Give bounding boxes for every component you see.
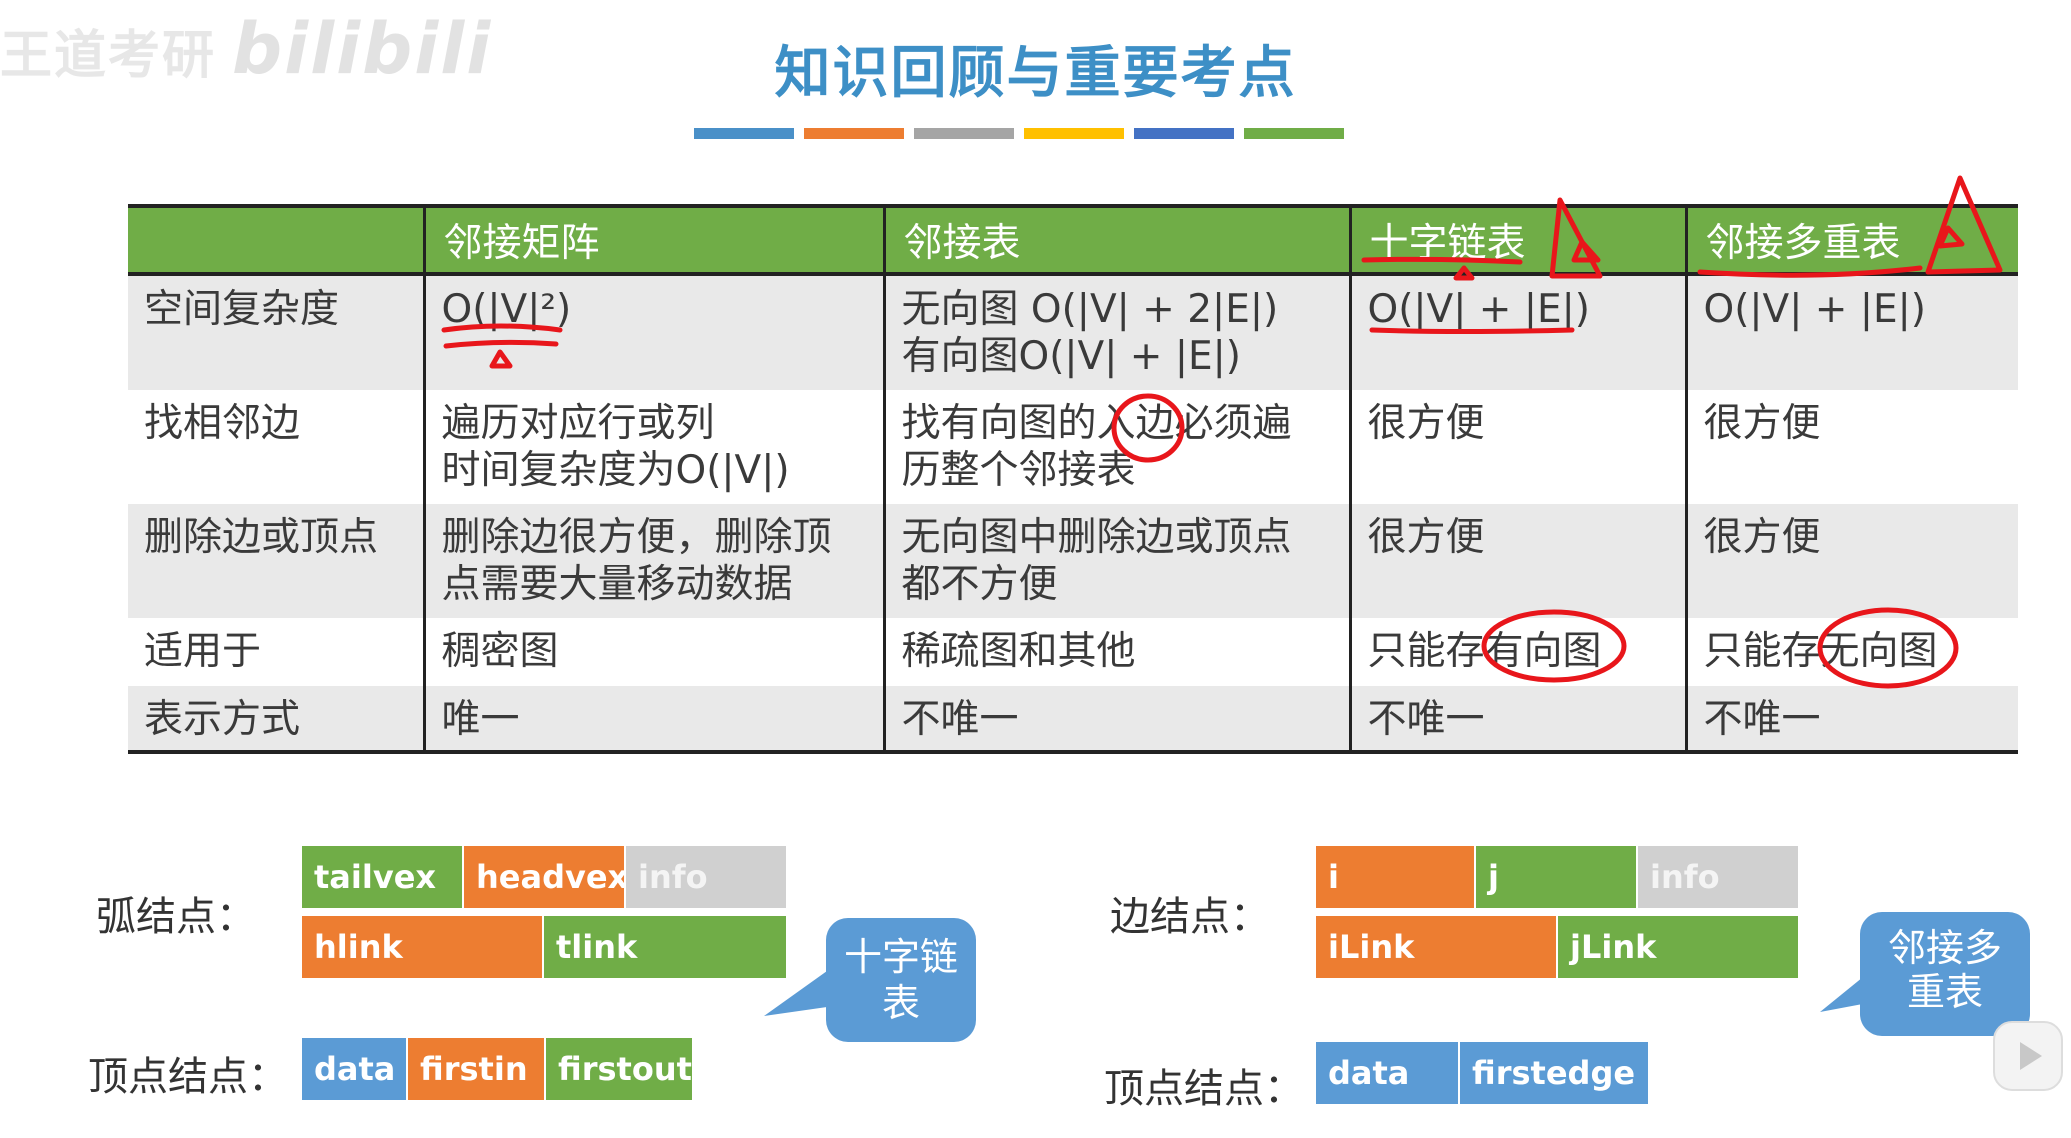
table-header-row: 邻接矩阵 邻接表 十字链表 邻接多重表	[128, 206, 2018, 276]
bubble-text: 邻接多重表	[1887, 926, 2002, 1014]
table-row: 找相邻边 遍历对应行或列 时间复杂度为O(|V|) 找有向图的入边必须遍 历整个邻接…	[128, 390, 2018, 504]
table-cell: 很方便	[1348, 504, 1686, 618]
vertex-node-label: 顶点结点：	[1104, 1066, 1304, 1112]
table-cell: 不唯一	[1684, 686, 2018, 752]
table-row: 删除边或顶点 删除边很方便，删除顶 点需要大量移动数据 无向图中删除边或顶点 都不方…	[128, 504, 2018, 618]
table-cell: 稠密图	[422, 618, 884, 686]
table-cell: 只能存无向图	[1684, 618, 2018, 686]
table-cell: 稀疏图和其他	[882, 618, 1350, 686]
field-firstout: firstout	[546, 1038, 692, 1100]
table-cell: 唯一	[422, 686, 884, 752]
vertex-node-label: 顶点结点：	[88, 1054, 288, 1100]
table-cell: 无向图中删除边或顶点 都不方便	[882, 504, 1350, 618]
cell-line: 很方便	[1367, 515, 1485, 560]
row-label: 空间复杂度	[128, 274, 424, 390]
cell-line: 稠密图	[441, 629, 559, 674]
table-cell: 无向图 O(|V| + 2|E|) 有向图O(|V| + |E|)	[882, 274, 1350, 390]
cell-line: 有向图O(|V| + |E|)	[901, 334, 1241, 379]
field-i: i	[1316, 846, 1474, 908]
cell-line: 都不方便	[901, 562, 1058, 607]
accent-color-bars	[694, 128, 1344, 139]
table-row: 表示方式 唯一 不唯一 不唯一 不唯一	[128, 686, 2018, 752]
accent-bar	[914, 128, 1014, 139]
cell-line: 很方便	[1703, 401, 1821, 446]
cell-line: O(|V|²)	[441, 287, 572, 332]
cell-line: 遍历对应行或列	[441, 401, 715, 446]
cell-line: 稀疏图和其他	[901, 629, 1136, 674]
accent-bar	[694, 128, 794, 139]
field-data: data	[1316, 1042, 1458, 1104]
table-cell: 删除边很方便，删除顶 点需要大量移动数据	[422, 504, 884, 618]
cell-line: 无向图中删除边或顶点	[901, 515, 1292, 560]
edge-node-label: 边结点：	[1110, 894, 1270, 940]
cell-line: 很方便	[1367, 401, 1485, 446]
cell-line: 不唯一	[901, 697, 1019, 742]
table-cell: 很方便	[1684, 504, 2018, 618]
cell-line: 时间复杂度为O(|V|)	[441, 448, 790, 493]
table-row: 适用于 稠密图 稀疏图和其他 只能存有向图 只能存无向图	[128, 618, 2018, 686]
arc-node-label: 弧结点：	[96, 894, 256, 940]
cell-line: 点需要大量移动数据	[441, 562, 793, 607]
cell-line: 无向图 O(|V| + 2|E|)	[901, 287, 1279, 332]
table-cell: 很方便	[1684, 390, 2018, 504]
cell-line: 历整个邻接表	[901, 448, 1136, 493]
row-label: 表示方式	[128, 686, 424, 752]
field-hlink: hlink	[302, 916, 542, 978]
header-adjacency-multilist: 邻接多重表	[1684, 206, 2018, 276]
cell-line: 只能存有向图	[1367, 629, 1602, 674]
cell-line: 唯一	[441, 697, 520, 742]
table-cell: 不唯一	[882, 686, 1350, 752]
cell-line: O(|V| + |E|)	[1367, 287, 1590, 332]
cell-line: 删除边很方便，删除顶	[441, 515, 832, 560]
table-cell: O(|V| + |E|)	[1684, 274, 2018, 390]
cell-line: 不唯一	[1703, 697, 1821, 742]
cell-line: 不唯一	[1367, 697, 1485, 742]
row-label: 找相邻边	[128, 390, 424, 504]
comparison-table: 邻接矩阵 邻接表 十字链表 邻接多重表 空间复杂度 O(|V|²) 无向图 O(…	[128, 204, 2018, 754]
cell-line: O(|V| + |E|)	[1703, 287, 1926, 332]
table-cell: 不唯一	[1348, 686, 1686, 752]
table-row: 空间复杂度 O(|V|²) 无向图 O(|V| + 2|E|) 有向图O(|V| …	[128, 274, 2018, 390]
field-j: j	[1476, 846, 1636, 908]
row-label: 适用于	[128, 618, 424, 686]
field-tlink: tlink	[544, 916, 786, 978]
field-info: info	[626, 846, 786, 908]
cell-line: 很方便	[1703, 515, 1821, 560]
field-firstedge: firstedge	[1460, 1042, 1648, 1104]
table-cell: O(|V|²)	[422, 274, 884, 390]
table-cell: 找有向图的入边必须遍 历整个邻接表	[882, 390, 1350, 504]
row-label: 删除边或顶点	[128, 504, 424, 618]
cell-line: 找有向图的入边必须遍	[901, 401, 1292, 446]
field-firstin: firstin	[408, 1038, 544, 1100]
field-ilink: iLink	[1316, 916, 1556, 978]
header-blank	[128, 206, 424, 276]
header-orthogonal-list: 十字链表	[1348, 206, 1686, 276]
accent-bar	[1024, 128, 1124, 139]
cell-line: 只能存无向图	[1703, 629, 1938, 674]
page-title: 知识回顾与重要考点	[774, 41, 1297, 106]
accent-bar	[804, 128, 904, 139]
header-adjacency-matrix: 邻接矩阵	[422, 206, 884, 276]
field-tailvex: tailvex	[302, 846, 462, 908]
field-headvex: headvex	[464, 846, 628, 908]
accent-bar	[1134, 128, 1234, 139]
table-cell: 遍历对应行或列 时间复杂度为O(|V|)	[422, 390, 884, 504]
table-cell: 很方便	[1348, 390, 1686, 504]
field-info: info	[1638, 846, 1798, 908]
accent-bar	[1244, 128, 1344, 139]
table-cell: 只能存有向图	[1348, 618, 1686, 686]
play-icon[interactable]	[1990, 1018, 2066, 1094]
header-adjacency-list: 邻接表	[882, 206, 1350, 276]
field-data: data	[302, 1038, 406, 1100]
bubble-tail	[764, 966, 834, 1016]
callout-orthogonal-list: 十字链表	[826, 918, 976, 1042]
table-cell: O(|V| + |E|)	[1348, 274, 1686, 390]
field-jlink: jLink	[1558, 916, 1798, 978]
